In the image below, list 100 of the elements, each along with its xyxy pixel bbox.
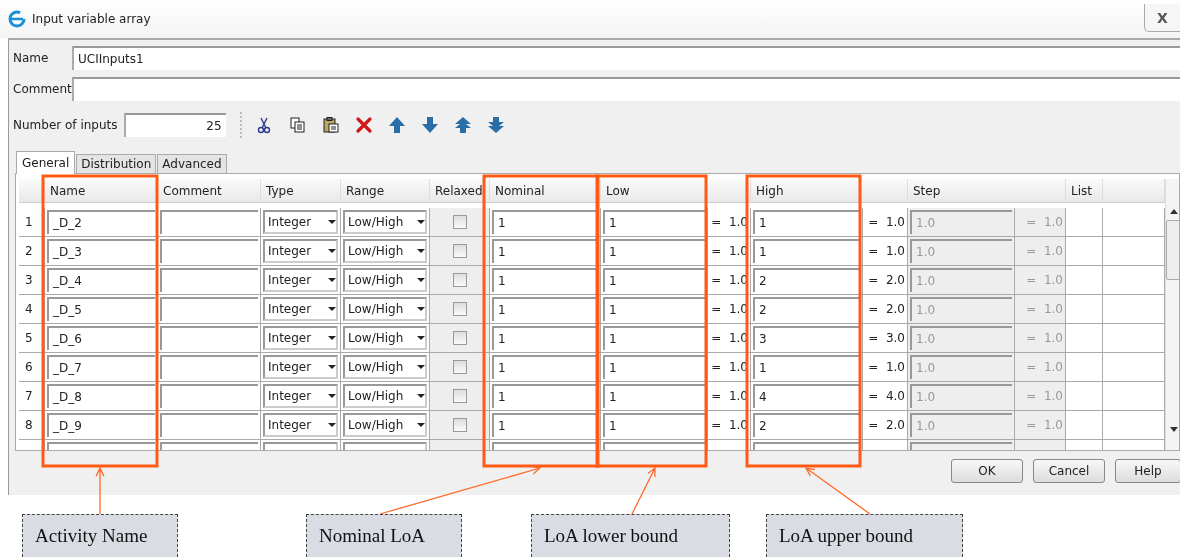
column-header[interactable]: High: [751, 179, 908, 203]
relaxed-checkbox[interactable]: [452, 215, 467, 229]
copy-icon[interactable]: [288, 116, 307, 134]
low-field[interactable]: 1: [603, 413, 705, 437]
step-result: = 1.0: [1015, 411, 1066, 440]
dialog-button[interactable]: Cancel: [1033, 459, 1105, 483]
field-label: Number of inputs: [13, 118, 118, 132]
type-dropdown[interactable]: Integer: [263, 326, 338, 350]
row-number: 6: [19, 353, 45, 382]
type-dropdown[interactable]: Integer: [263, 355, 338, 379]
range-dropdown[interactable]: Low/High: [343, 297, 427, 321]
type-dropdown[interactable]: Integer: [263, 210, 338, 234]
scroll-up-icon[interactable]: [1169, 209, 1178, 214]
caret-icon: [328, 220, 336, 224]
tab[interactable]: General: [16, 151, 76, 174]
column-header[interactable]: Name: [45, 179, 158, 203]
double-arrow-down-icon[interactable]: [486, 116, 505, 134]
type-dropdown[interactable]: Integer: [263, 268, 338, 292]
nominal-field[interactable]: 1: [492, 239, 598, 263]
delete-icon[interactable]: [354, 116, 373, 134]
column-header[interactable]: Range: [341, 179, 430, 203]
type-dropdown[interactable]: Integer: [263, 297, 338, 321]
column-header[interactable]: Nominal: [490, 179, 601, 203]
column-header: [1103, 179, 1165, 203]
name-field[interactable]: _D_4: [47, 268, 155, 292]
caret-icon: [417, 307, 425, 311]
low-field[interactable]: 1: [603, 384, 705, 408]
caret-icon: [417, 278, 425, 282]
column-header: [19, 179, 45, 203]
name-field[interactable]: _D_7: [47, 355, 155, 379]
relaxed-checkbox[interactable]: [452, 244, 467, 258]
range-dropdown[interactable]: Low/High: [343, 210, 427, 234]
relaxed-checkbox[interactable]: [452, 360, 467, 374]
tab[interactable]: Advanced: [157, 154, 227, 173]
range-dropdown[interactable]: Low/High: [343, 268, 427, 292]
high-field[interactable]: 1: [753, 355, 860, 379]
high-field[interactable]: 1: [753, 239, 860, 263]
caret-icon: [417, 365, 425, 369]
high-field[interactable]: 2: [753, 268, 860, 292]
name-field[interactable]: _D_5: [47, 297, 155, 321]
low-field[interactable]: 1: [603, 210, 705, 234]
range-dropdown[interactable]: Low/High: [343, 384, 427, 408]
type-dropdown[interactable]: Integer: [263, 239, 338, 263]
name-field[interactable]: _D_3: [47, 239, 155, 263]
nominal-field[interactable]: 1: [492, 326, 598, 350]
nominal-field[interactable]: 1: [492, 297, 598, 321]
nominal-field[interactable]: 1: [492, 210, 598, 234]
high-field[interactable]: 2: [753, 297, 860, 321]
scrollbar-thumb[interactable]: [1166, 220, 1179, 280]
column-header[interactable]: Comment: [158, 179, 261, 203]
tab[interactable]: Distribution: [76, 154, 157, 173]
high-field[interactable]: 1: [753, 210, 860, 234]
arrow-up-icon[interactable]: [387, 116, 406, 134]
comment-field[interactable]: [72, 77, 1180, 101]
scroll-down-icon[interactable]: [1169, 427, 1178, 432]
low-field[interactable]: 1: [603, 239, 705, 263]
high-field[interactable]: 4: [753, 384, 860, 408]
table-cell: [1066, 411, 1103, 440]
name-field[interactable]: UCIInputs1: [72, 46, 1180, 70]
nominal-field[interactable]: 1: [492, 384, 598, 408]
range-dropdown[interactable]: Low/High: [343, 355, 427, 379]
name-field[interactable]: _D_2: [47, 210, 155, 234]
double-arrow-up-icon[interactable]: [453, 116, 472, 134]
low-field[interactable]: 1: [603, 326, 705, 350]
arrow-down-icon[interactable]: [420, 116, 439, 134]
column-header[interactable]: Relaxed: [430, 179, 490, 203]
relaxed-checkbox[interactable]: [452, 389, 467, 403]
dialog-button[interactable]: Help: [1115, 459, 1180, 483]
low-field[interactable]: 1: [603, 268, 705, 292]
range-dropdown[interactable]: Low/High: [343, 326, 427, 350]
window-title: Input variable array: [32, 12, 151, 26]
close-button[interactable]: X: [1144, 4, 1180, 32]
row-number: 1: [19, 208, 45, 237]
paste-icon[interactable]: [321, 116, 340, 134]
range-dropdown[interactable]: Low/High: [343, 239, 427, 263]
scrollbar[interactable]: [1165, 179, 1179, 450]
high-field[interactable]: 2: [753, 413, 860, 437]
caret-icon: [417, 249, 425, 253]
range-dropdown[interactable]: Low/High: [343, 413, 427, 437]
column-header[interactable]: Step: [908, 179, 1066, 203]
number-field[interactable]: 25: [123, 113, 226, 137]
column-header[interactable]: List: [1066, 179, 1103, 203]
column-header[interactable]: Type: [261, 179, 341, 203]
name-field[interactable]: _D_6: [47, 326, 155, 350]
relaxed-checkbox[interactable]: [452, 273, 467, 287]
relaxed-checkbox[interactable]: [452, 302, 467, 316]
type-dropdown[interactable]: Integer: [263, 384, 338, 408]
relaxed-checkbox[interactable]: [452, 418, 467, 432]
name-field[interactable]: _D_9: [47, 413, 155, 437]
dialog-button[interactable]: OK: [951, 459, 1023, 483]
type-dropdown[interactable]: Integer: [263, 413, 338, 437]
high-field[interactable]: 3: [753, 326, 860, 350]
low-field[interactable]: 1: [603, 297, 705, 321]
nominal-field[interactable]: 1: [492, 268, 598, 292]
relaxed-checkbox[interactable]: [452, 331, 467, 345]
low-field[interactable]: 1: [603, 355, 705, 379]
name-field[interactable]: _D_8: [47, 384, 155, 408]
nominal-field[interactable]: 1: [492, 413, 598, 437]
column-header[interactable]: Low: [601, 179, 751, 203]
nominal-field[interactable]: 1: [492, 355, 598, 379]
